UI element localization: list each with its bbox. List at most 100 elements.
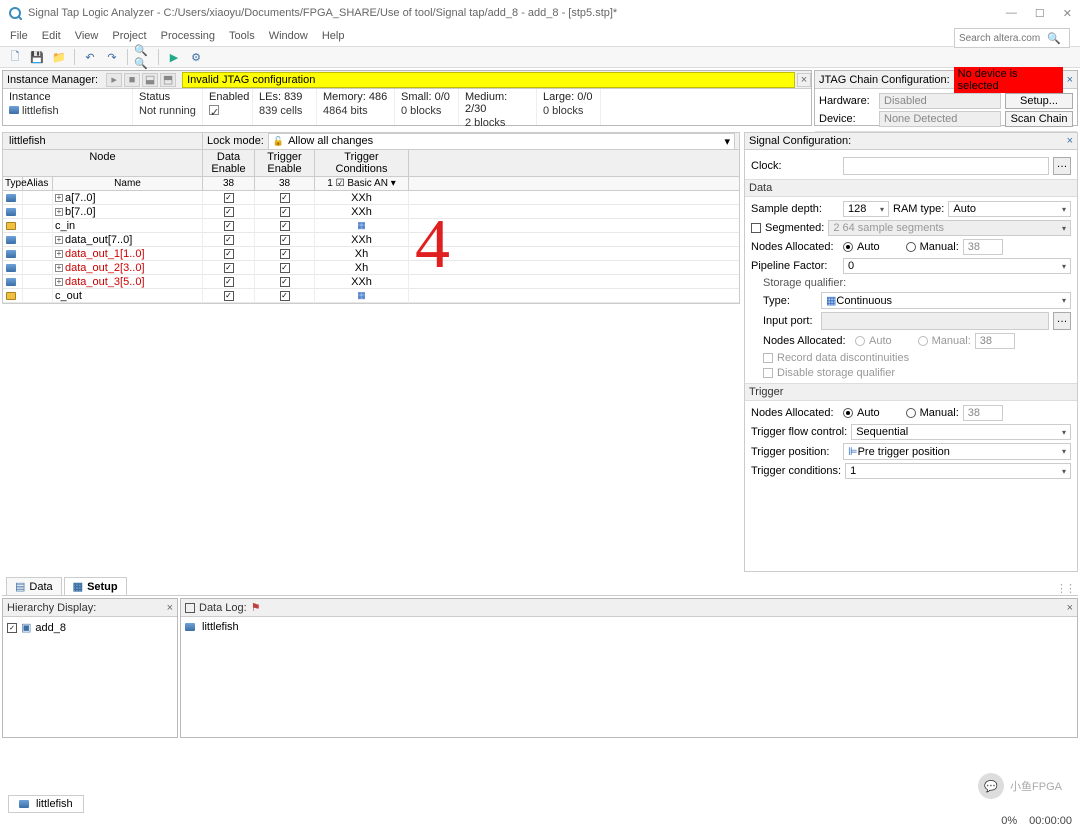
- nodes-auto-radio[interactable]: [843, 242, 853, 252]
- im-run-icon[interactable]: ▸: [106, 73, 122, 87]
- table-row[interactable]: +b[7..0]✓✓XXh: [3, 205, 739, 219]
- data-enable-checkbox[interactable]: ✓: [224, 263, 234, 273]
- col-alias[interactable]: Alias: [23, 177, 53, 190]
- instance-name[interactable]: littlefish: [22, 105, 59, 117]
- pipeline-select[interactable]: 0: [843, 258, 1071, 274]
- clock-input[interactable]: [843, 157, 1049, 175]
- panel-close-icon[interactable]: ×: [1067, 74, 1073, 86]
- trigger-auto-radio[interactable]: [843, 408, 853, 418]
- table-row[interactable]: +data_out[7..0]✓✓XXh: [3, 233, 739, 247]
- search-input[interactable]: [955, 33, 1047, 44]
- datalog-flag-icon[interactable]: ⚑: [251, 601, 261, 614]
- datalog-item[interactable]: littlefish: [202, 621, 239, 633]
- expand-icon[interactable]: +: [55, 208, 63, 216]
- hardware-select[interactable]: Disabled: [879, 93, 1001, 109]
- data-enable-checkbox[interactable]: ✓: [224, 249, 234, 259]
- storage-type-select[interactable]: ▦ Continuous: [821, 292, 1071, 309]
- instance-tab[interactable]: littlefish: [3, 133, 203, 149]
- trigger-enable-checkbox[interactable]: ✓: [280, 193, 290, 203]
- menu-project[interactable]: Project: [112, 30, 146, 42]
- table-row[interactable]: c_in✓✓▦: [3, 219, 739, 233]
- ram-type-select[interactable]: Auto: [948, 201, 1071, 217]
- data-enable-checkbox[interactable]: ✓: [224, 221, 234, 231]
- table-row[interactable]: +data_out_3[5..0]✓✓XXh: [3, 275, 739, 289]
- close-button[interactable]: ✕: [1063, 7, 1072, 20]
- clock-browse-button[interactable]: …: [1053, 157, 1071, 175]
- undo-icon[interactable]: ↶: [81, 48, 99, 66]
- menu-help[interactable]: Help: [322, 30, 345, 42]
- trigger-condition-cell[interactable]: XXh: [315, 275, 409, 289]
- search-icon[interactable]: 🔍: [1047, 32, 1065, 45]
- bottom-tab-instance[interactable]: littlefish: [8, 795, 84, 813]
- tab-data[interactable]: ▤Data: [6, 577, 62, 595]
- panel-close-icon[interactable]: ×: [797, 73, 811, 87]
- lock-mode-select[interactable]: Allow all changes▾: [268, 133, 735, 150]
- trigger-condition-cell[interactable]: ▦: [315, 219, 409, 233]
- trigger-manual-input[interactable]: 38: [963, 405, 1003, 421]
- table-row[interactable]: +data_out_2[3..0]✓✓Xh: [3, 261, 739, 275]
- menu-window[interactable]: Window: [269, 30, 308, 42]
- save-icon[interactable]: 💾: [28, 48, 46, 66]
- nodes-manual-input[interactable]: 38: [963, 239, 1003, 255]
- col-name[interactable]: Name: [53, 177, 203, 190]
- segmented-checkbox[interactable]: [751, 223, 761, 233]
- hierarchy-checkbox[interactable]: ✓: [7, 623, 17, 633]
- trigger-enable-checkbox[interactable]: ✓: [280, 207, 290, 217]
- menu-file[interactable]: File: [10, 30, 28, 42]
- expand-icon[interactable]: +: [55, 264, 63, 272]
- panel-close-icon[interactable]: ×: [167, 602, 173, 614]
- setup-button[interactable]: Setup...: [1005, 93, 1073, 109]
- redo-icon[interactable]: ↷: [103, 48, 121, 66]
- minimize-button[interactable]: —: [1006, 7, 1017, 20]
- trigger-conditions-select[interactable]: 1: [845, 463, 1071, 479]
- scan-chain-button[interactable]: Scan Chain: [1005, 111, 1073, 127]
- enabled-checkbox[interactable]: ✓: [209, 105, 219, 115]
- trigger-enable-checkbox[interactable]: ✓: [280, 221, 290, 231]
- trigger-condition-cell[interactable]: XXh: [315, 205, 409, 219]
- im-save-icon[interactable]: ⬒: [160, 73, 176, 87]
- de-count[interactable]: 38: [203, 177, 255, 190]
- trigger-enable-checkbox[interactable]: ✓: [280, 263, 290, 273]
- open-icon[interactable]: 📁: [50, 48, 68, 66]
- table-row[interactable]: c_out✓✓▦: [3, 289, 739, 303]
- resize-handle-icon[interactable]: ⋮⋮: [1056, 582, 1074, 595]
- trigger-condition-cell[interactable]: Xh: [315, 261, 409, 275]
- data-enable-checkbox[interactable]: ✓: [224, 291, 234, 301]
- device-select[interactable]: None Detected: [879, 111, 1001, 127]
- data-enable-checkbox[interactable]: ✓: [224, 193, 234, 203]
- data-enable-checkbox[interactable]: ✓: [224, 235, 234, 245]
- panel-close-icon[interactable]: ×: [1067, 602, 1073, 614]
- menu-tools[interactable]: Tools: [229, 30, 255, 42]
- data-enable-checkbox[interactable]: ✓: [224, 207, 234, 217]
- expand-icon[interactable]: +: [55, 194, 63, 202]
- trigger-condition-cell[interactable]: Xh: [315, 247, 409, 261]
- trigger-condition-cell[interactable]: ▦: [315, 289, 409, 303]
- compile-icon[interactable]: ⚙: [187, 48, 205, 66]
- panel-close-icon[interactable]: ×: [1067, 135, 1073, 147]
- col-type[interactable]: Type: [3, 177, 23, 190]
- trigger-enable-checkbox[interactable]: ✓: [280, 277, 290, 287]
- im-stop-icon[interactable]: ■: [124, 73, 140, 87]
- datalog-checkbox[interactable]: [185, 603, 195, 613]
- trigger-manual-radio[interactable]: [906, 408, 916, 418]
- sample-depth-select[interactable]: 128: [843, 201, 889, 217]
- trigger-enable-checkbox[interactable]: ✓: [280, 235, 290, 245]
- im-read-icon[interactable]: ⬓: [142, 73, 158, 87]
- menu-processing[interactable]: Processing: [161, 30, 215, 42]
- menu-edit[interactable]: Edit: [42, 30, 61, 42]
- trigger-position-select[interactable]: ⊫ Pre trigger position: [843, 443, 1071, 460]
- expand-icon[interactable]: +: [55, 250, 63, 258]
- nodes-manual-radio[interactable]: [906, 242, 916, 252]
- data-enable-checkbox[interactable]: ✓: [224, 277, 234, 287]
- trigger-flow-select[interactable]: Sequential: [851, 424, 1071, 440]
- run-icon[interactable]: ▶: [165, 48, 183, 66]
- trigger-condition-cell[interactable]: XXh: [315, 191, 409, 205]
- new-icon[interactable]: 🗋: [6, 48, 24, 66]
- table-row[interactable]: +data_out_1[1..0]✓✓Xh: [3, 247, 739, 261]
- tc-mode-select[interactable]: 1 ☑ Basic AN ▾: [315, 177, 409, 190]
- trigger-enable-checkbox[interactable]: ✓: [280, 291, 290, 301]
- maximize-button[interactable]: ☐: [1035, 7, 1045, 20]
- expand-icon[interactable]: +: [55, 236, 63, 244]
- hierarchy-item[interactable]: add_8: [35, 622, 66, 634]
- expand-icon[interactable]: +: [55, 278, 63, 286]
